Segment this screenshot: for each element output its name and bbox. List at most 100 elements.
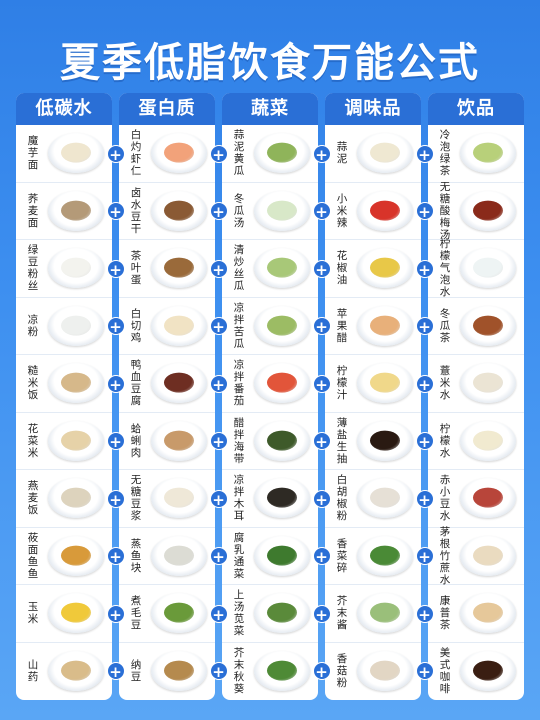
food-item: 蒜泥黄瓜 (222, 125, 318, 183)
food-bowl-image (151, 593, 207, 634)
food-contents (267, 660, 297, 681)
plus-icon: + (415, 489, 434, 509)
food-bowl-image (254, 133, 310, 174)
food-bowl-image (460, 305, 516, 346)
food-bowl-image (460, 190, 516, 231)
column-header: 饮品 (428, 93, 524, 125)
plus-icon: + (312, 662, 331, 681)
food-bowl-image (357, 305, 413, 346)
food-item: 魔芋面 (16, 125, 112, 183)
plus-icon: + (415, 432, 434, 451)
food-bowl-image (48, 420, 104, 461)
plus-icon: + (106, 432, 125, 451)
food-label: 康普茶 (439, 595, 451, 632)
food-contents (164, 372, 194, 393)
food-contents (370, 660, 400, 681)
food-label: 无糖酸梅汤 (439, 180, 451, 241)
food-item: 鸭血豆腐 (119, 355, 215, 413)
column-0: 低碳水 魔芋面 荞麦面 绿豆粉丝 凉粉 糙米饭 花菜米 燕麦饭 莜面鱼鱼 玉米 山药 (16, 93, 112, 700)
food-contents (61, 315, 91, 336)
food-item: 煮毛豆 (119, 585, 215, 643)
food-item: 腐乳通菜 (222, 528, 318, 585)
column-header: 低碳水 (16, 93, 112, 125)
food-item: 蛤蜊肉 (119, 413, 215, 470)
column-2: 蔬菜 蒜泥黄瓜 冬瓜汤 清炒丝瓜 凉拌苦瓜 凉拌番茄 醋拌海带 凉拌木耳 腐乳通菜 上汤苋菜 芥末秋… (222, 93, 318, 700)
food-item: 玉米 (16, 585, 112, 643)
food-label: 香菜碎 (336, 537, 348, 574)
food-label: 白灼虾仁 (130, 129, 142, 178)
food-bowl-image (254, 420, 310, 461)
food-item: 冬瓜茶 (428, 298, 524, 355)
food-label: 醋拌海带 (233, 416, 245, 465)
food-contents (473, 142, 503, 163)
page-title: 夏季低脂饮食万能公式 (60, 40, 480, 86)
plus-icon: + (312, 604, 331, 624)
plus-icon: + (415, 259, 434, 279)
food-label: 凉拌苦瓜 (233, 301, 245, 350)
plus-icon: + (209, 259, 228, 279)
food-bowl-image (460, 248, 516, 289)
food-bowl-image (48, 133, 104, 174)
food-label: 魔芋面 (27, 135, 39, 172)
food-item: 香菇粉 (325, 643, 421, 701)
plus-icon: + (106, 547, 125, 566)
food-bowl-image (48, 535, 104, 576)
food-bowl-image (151, 190, 207, 231)
plus-icon: + (209, 144, 228, 164)
food-contents (370, 602, 400, 623)
food-label: 凉拌木耳 (233, 474, 245, 523)
food-bowl-image (357, 593, 413, 634)
food-item: 茶叶蛋 (119, 240, 215, 298)
food-item: 薄盐生抽 (325, 413, 421, 470)
plus-icon: + (106, 374, 125, 394)
food-label: 薏米水 (439, 365, 451, 402)
food-label: 美式咖啡 (439, 647, 451, 696)
food-contents (61, 660, 91, 681)
food-label: 茶叶蛋 (130, 250, 142, 287)
food-label: 蒜泥 (336, 141, 348, 166)
food-label: 煮毛豆 (130, 595, 142, 632)
food-label: 白胡椒粉 (336, 474, 348, 523)
food-bowl-image (357, 133, 413, 174)
food-label: 芥末秋葵 (233, 647, 245, 696)
plus-icon: + (106, 259, 125, 279)
food-label: 柠檬气泡水 (439, 238, 451, 299)
food-label: 纳豆 (130, 659, 142, 684)
food-label: 腐乳通菜 (233, 531, 245, 580)
food-contents (61, 257, 91, 278)
food-item: 小米辣 (325, 183, 421, 240)
plus-icon: + (312, 144, 331, 164)
food-contents (473, 487, 503, 508)
food-contents (473, 200, 503, 221)
food-item: 蒸鱼块 (119, 528, 215, 585)
food-bowl-image (254, 651, 310, 692)
plus-icon: + (106, 144, 125, 164)
food-label: 无糖豆浆 (130, 474, 142, 523)
food-item: 香菜碎 (325, 528, 421, 585)
food-contents (473, 372, 503, 393)
food-contents (61, 487, 91, 508)
food-label: 山药 (27, 659, 39, 684)
food-contents (164, 315, 194, 336)
food-contents (473, 315, 503, 336)
food-contents (61, 545, 91, 566)
plus-icon: + (106, 317, 125, 336)
column-4: 饮品 冷泡绿茶 无糖酸梅汤 柠檬气泡水 冬瓜茶 薏米水 柠檬水 赤小豆水 茅根竹蔗水 康普茶 美式咖… (428, 93, 524, 700)
food-contents (61, 372, 91, 393)
food-item: 薏米水 (428, 355, 524, 413)
plus-icon: + (209, 202, 228, 221)
food-label: 凉拌番茄 (233, 359, 245, 408)
plus-icon: + (312, 202, 331, 221)
food-label: 冬瓜汤 (233, 192, 245, 229)
plus-icon: + (312, 374, 331, 394)
food-item: 芥末酱 (325, 585, 421, 643)
food-contents (370, 142, 400, 163)
food-bowl-image (151, 420, 207, 461)
plus-icon: + (415, 662, 434, 681)
food-item: 醋拌海带 (222, 413, 318, 470)
food-bowl-image (357, 478, 413, 519)
food-item: 纳豆 (119, 643, 215, 701)
food-bowl-image (254, 190, 310, 231)
plus-icon: + (415, 374, 434, 394)
food-bowl-image (357, 651, 413, 692)
